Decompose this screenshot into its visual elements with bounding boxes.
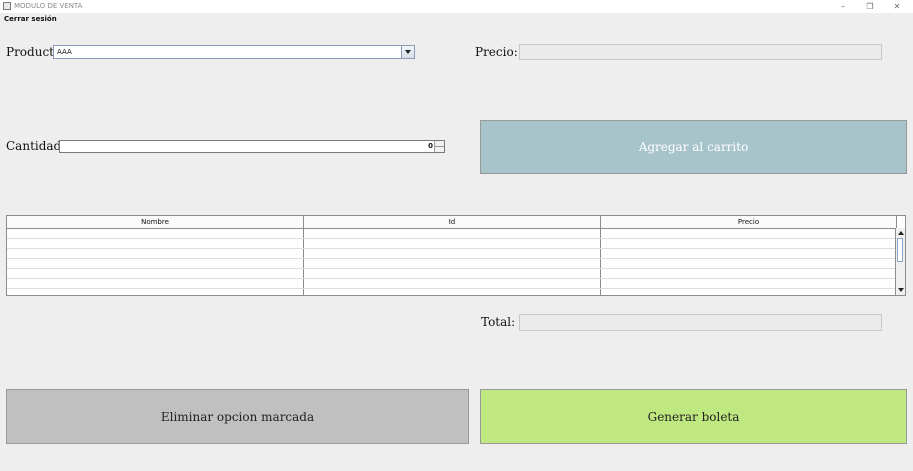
quantity-label: Cantidad [6, 139, 62, 153]
column-header-precio[interactable]: Precio [601, 216, 896, 228]
price-field[interactable] [519, 44, 882, 60]
product-selected-value: AAA [57, 48, 72, 56]
table-row[interactable] [7, 248, 896, 249]
column-divider [600, 216, 601, 295]
table-header: Nombre Id Precio [7, 216, 896, 229]
column-header-nombre[interactable]: Nombre [7, 216, 303, 228]
restore-icon[interactable]: ❐ [858, 0, 882, 13]
table-row[interactable] [7, 238, 896, 239]
title-bar: MODULO DE VENTA – ❐ ✕ [0, 0, 913, 13]
scroll-up-icon[interactable] [896, 228, 905, 237]
scroll-down-icon[interactable] [896, 286, 905, 295]
generate-receipt-button[interactable]: Generar boleta [480, 389, 907, 444]
add-to-cart-button[interactable]: Agregar al carrito [480, 120, 907, 174]
java-app-icon [3, 2, 11, 10]
cart-table[interactable]: Nombre Id Precio [6, 215, 906, 296]
table-row[interactable] [7, 288, 896, 289]
table-row[interactable] [7, 258, 896, 259]
menu-bar: Cerrar sesión [0, 13, 913, 26]
column-divider [303, 216, 304, 295]
quantity-stepper[interactable]: 0 [59, 140, 445, 153]
table-row[interactable] [7, 268, 896, 269]
stepper-down-icon[interactable] [435, 147, 444, 152]
table-row[interactable] [7, 278, 896, 279]
total-field[interactable] [519, 314, 882, 331]
window-title: MODULO DE VENTA [14, 2, 83, 10]
scroll-thumb[interactable] [897, 238, 903, 262]
chevron-down-icon[interactable] [401, 46, 414, 58]
close-icon[interactable]: ✕ [885, 0, 909, 13]
delete-selected-button[interactable]: Eliminar opcion marcada [6, 389, 469, 444]
stepper-buttons [434, 141, 444, 152]
table-scrollbar[interactable] [895, 228, 905, 295]
product-combobox[interactable]: AAA [53, 45, 415, 59]
quantity-value: 0 [428, 142, 433, 150]
minimize-icon[interactable]: – [831, 0, 855, 13]
logout-menu-item[interactable]: Cerrar sesión [4, 14, 57, 25]
column-header-id[interactable]: Id [304, 216, 600, 228]
